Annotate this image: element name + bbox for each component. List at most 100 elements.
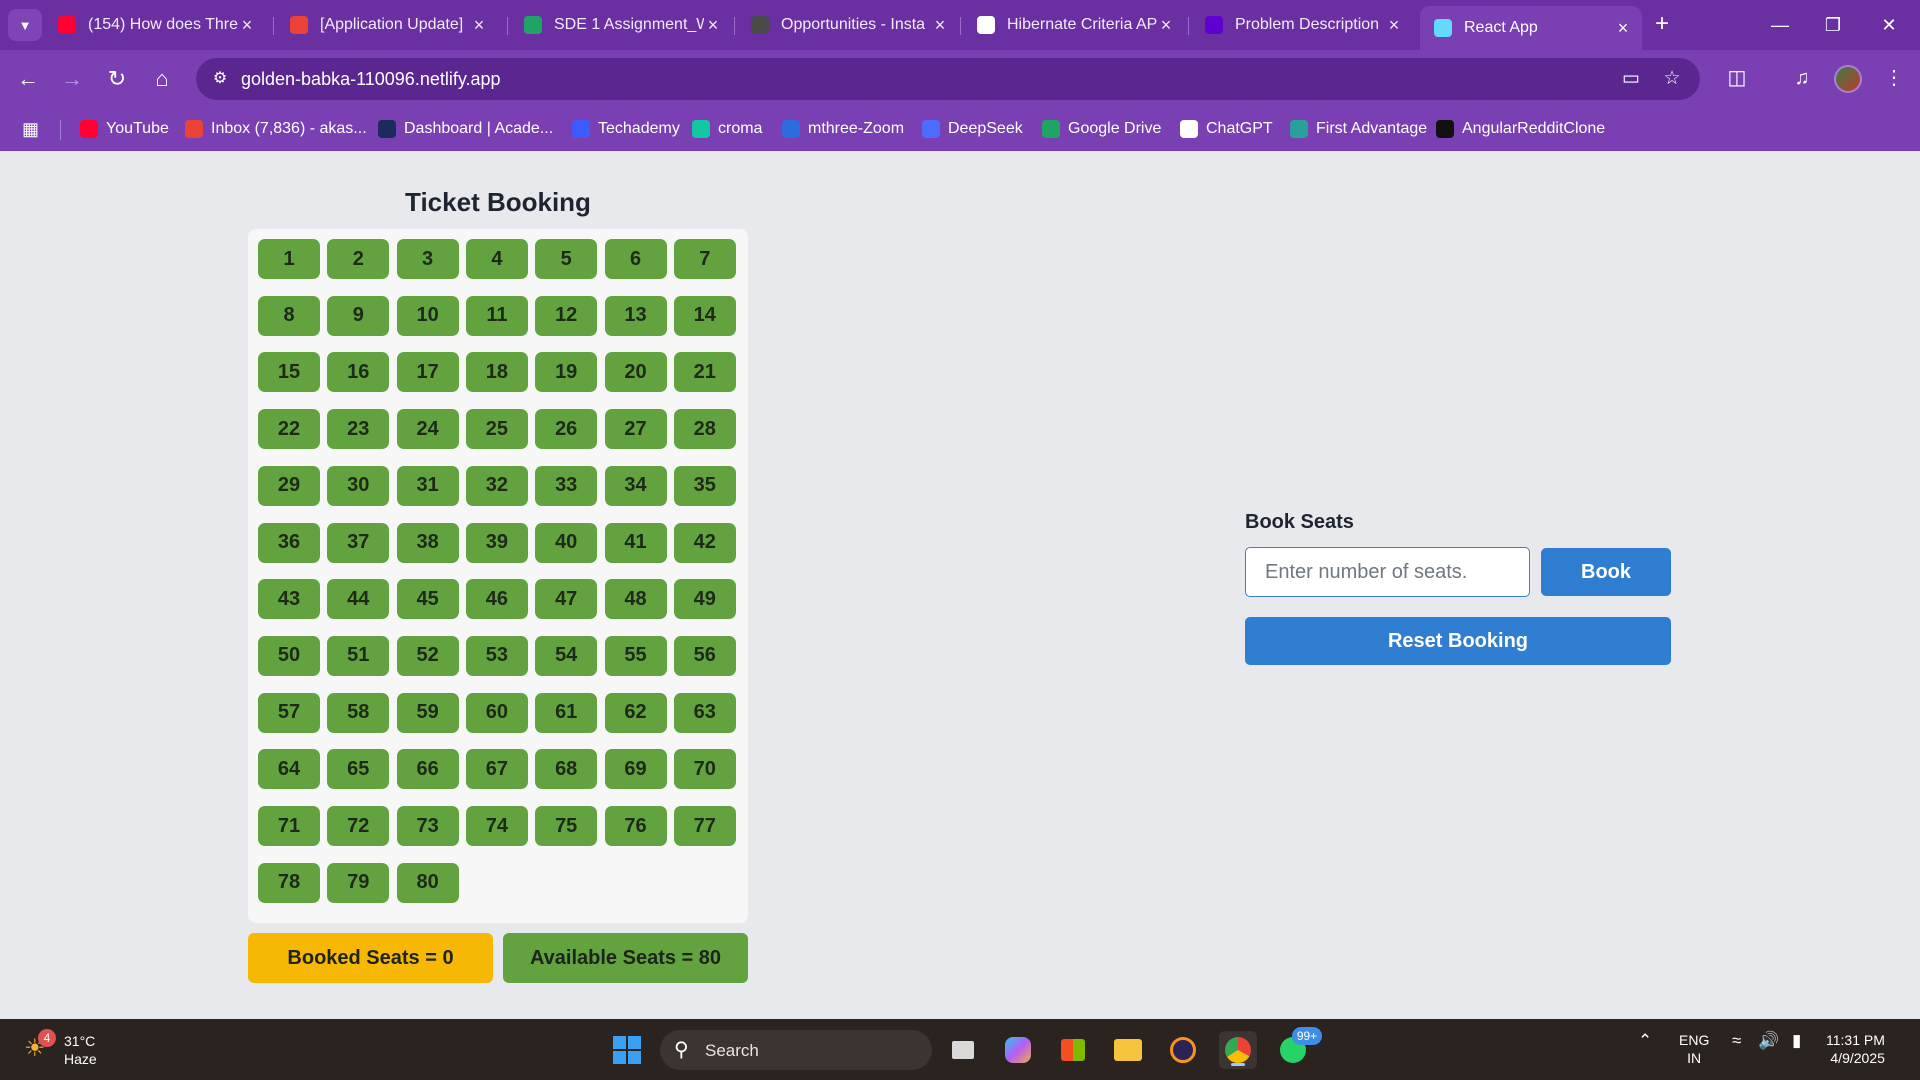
microsoft-store-icon[interactable] xyxy=(1054,1031,1092,1069)
seat-button[interactable]: 22 xyxy=(258,409,320,450)
extensions-icon[interactable]: ◫ xyxy=(1723,64,1751,92)
seat-button[interactable]: 54 xyxy=(535,635,598,676)
system-clock[interactable]: 11:31 PM 4/9/2025 xyxy=(1826,1031,1885,1067)
browser-tab[interactable]: [Application Update] × xyxy=(276,8,498,42)
seat-button[interactable]: 26 xyxy=(535,409,598,450)
seat-button[interactable]: 33 xyxy=(535,465,598,506)
seat-button[interactable]: 5 xyxy=(535,239,598,279)
bookmark-item[interactable]: Dashboard | Acade... xyxy=(378,116,553,142)
seat-button[interactable]: 17 xyxy=(396,352,459,393)
seat-button[interactable]: 59 xyxy=(396,692,459,733)
seat-button[interactable]: 78 xyxy=(258,862,320,903)
bookmark-item[interactable]: ChatGPT xyxy=(1180,116,1273,142)
seat-button[interactable]: 37 xyxy=(327,522,390,563)
new-tab-icon[interactable]: + xyxy=(1648,11,1676,39)
seat-button[interactable]: 58 xyxy=(327,692,390,733)
browser-tab[interactable]: Problem Description × xyxy=(1191,8,1413,42)
seat-button[interactable]: 63 xyxy=(673,692,736,733)
bookmark-item[interactable]: Google Drive xyxy=(1042,116,1161,142)
restore-icon[interactable]: ❐ xyxy=(1810,10,1856,40)
bookmark-item[interactable]: First Advantage xyxy=(1290,116,1427,142)
file-explorer-icon[interactable] xyxy=(1109,1031,1147,1069)
seat-button[interactable]: 19 xyxy=(535,352,598,393)
seat-button[interactable]: 2 xyxy=(327,239,390,279)
seat-button[interactable]: 76 xyxy=(604,806,667,846)
seat-button[interactable]: 62 xyxy=(604,692,667,733)
profile-avatar[interactable] xyxy=(1834,65,1862,93)
seat-button[interactable]: 21 xyxy=(673,352,736,393)
seat-button[interactable]: 36 xyxy=(258,522,320,563)
seat-button[interactable]: 69 xyxy=(604,749,667,790)
apps-grid-icon[interactable]: ▦ xyxy=(22,116,39,142)
task-view-icon[interactable] xyxy=(944,1031,982,1069)
seat-button[interactable]: 6 xyxy=(604,239,667,279)
tab-search-icon[interactable]: ▼ xyxy=(8,9,42,41)
seat-button[interactable]: 9 xyxy=(327,295,390,336)
bookmark-item[interactable]: Inbox (7,836) - akas... xyxy=(185,116,367,142)
bookmark-item[interactable]: mthree-Zoom xyxy=(782,116,904,142)
seat-button[interactable]: 27 xyxy=(604,409,667,450)
seat-button[interactable]: 29 xyxy=(258,465,320,506)
show-hidden-icons-icon[interactable]: ⌃ xyxy=(1638,1031,1652,1051)
minimize-icon[interactable]: — xyxy=(1757,10,1803,40)
tab-close-icon[interactable]: × xyxy=(1385,15,1403,36)
seat-button[interactable]: 46 xyxy=(465,579,528,620)
seat-button[interactable]: 4 xyxy=(465,239,528,279)
address-bar[interactable]: ⚙ golden-babka-110096.netlify.app ▭ ☆ xyxy=(196,58,1700,100)
seat-button[interactable]: 35 xyxy=(673,465,736,506)
browser-tab[interactable]: (154) How does Thre × xyxy=(44,8,266,42)
site-info-icon[interactable]: ⚙ xyxy=(208,67,232,91)
reset-booking-button[interactable]: Reset Booking xyxy=(1245,617,1671,665)
whatsapp-icon[interactable]: 99+ xyxy=(1274,1027,1322,1069)
seat-button[interactable]: 50 xyxy=(258,635,320,676)
tab-close-icon[interactable]: × xyxy=(1157,15,1175,36)
bookmark-item[interactable]: YouTube xyxy=(80,116,169,142)
seat-button[interactable]: 67 xyxy=(465,749,528,790)
seat-button[interactable]: 49 xyxy=(673,579,736,620)
browser-tab[interactable]: SDE 1 Assignment_W × xyxy=(510,8,732,42)
seat-button[interactable]: 65 xyxy=(327,749,390,790)
menu-kebab-icon[interactable]: ⋮ xyxy=(1880,64,1908,92)
start-button[interactable] xyxy=(608,1031,646,1069)
browser-tab[interactable]: React App × xyxy=(1420,6,1642,50)
battery-icon[interactable]: ▮ xyxy=(1792,1031,1801,1051)
seat-count-input[interactable] xyxy=(1245,547,1530,597)
bookmark-item[interactable]: AngularRedditClone xyxy=(1436,116,1605,142)
eclipse-icon[interactable] xyxy=(1164,1031,1202,1069)
seat-button[interactable]: 30 xyxy=(327,465,390,506)
seat-button[interactable]: 64 xyxy=(258,749,320,790)
seat-button[interactable]: 28 xyxy=(673,409,736,450)
seat-button[interactable]: 70 xyxy=(673,749,736,790)
seat-button[interactable]: 11 xyxy=(465,295,528,336)
seat-button[interactable]: 77 xyxy=(673,806,736,846)
seat-button[interactable]: 18 xyxy=(465,352,528,393)
seat-button[interactable]: 71 xyxy=(258,806,320,846)
taskbar-search[interactable]: ⚲ Search xyxy=(660,1030,932,1070)
seat-button[interactable]: 66 xyxy=(396,749,459,790)
seat-button[interactable]: 20 xyxy=(604,352,667,393)
seat-button[interactable]: 8 xyxy=(258,295,320,336)
seat-button[interactable]: 53 xyxy=(465,635,528,676)
book-button[interactable]: Book xyxy=(1541,548,1671,596)
seat-button[interactable]: 14 xyxy=(673,295,736,336)
seat-button[interactable]: 40 xyxy=(535,522,598,563)
seat-button[interactable]: 43 xyxy=(258,579,320,620)
browser-tab[interactable]: Opportunities - Insta × xyxy=(737,8,959,42)
seat-button[interactable]: 13 xyxy=(604,295,667,336)
seat-button[interactable]: 3 xyxy=(396,239,459,279)
weather-widget[interactable]: ☀ 4 31°C Haze xyxy=(20,1029,120,1071)
seat-button[interactable]: 48 xyxy=(604,579,667,620)
seat-button[interactable]: 80 xyxy=(396,862,459,903)
seat-button[interactable]: 60 xyxy=(465,692,528,733)
wifi-icon[interactable]: ≈ xyxy=(1732,1031,1741,1051)
seat-button[interactable]: 41 xyxy=(604,522,667,563)
seat-button[interactable]: 42 xyxy=(673,522,736,563)
chrome-taskbar-icon[interactable] xyxy=(1219,1031,1257,1069)
seat-button[interactable]: 73 xyxy=(396,806,459,846)
seat-button[interactable]: 79 xyxy=(327,862,390,903)
seat-button[interactable]: 74 xyxy=(465,806,528,846)
seat-button[interactable]: 31 xyxy=(396,465,459,506)
seat-button[interactable]: 1 xyxy=(258,239,320,279)
seat-button[interactable]: 7 xyxy=(673,239,736,279)
seat-button[interactable]: 55 xyxy=(604,635,667,676)
